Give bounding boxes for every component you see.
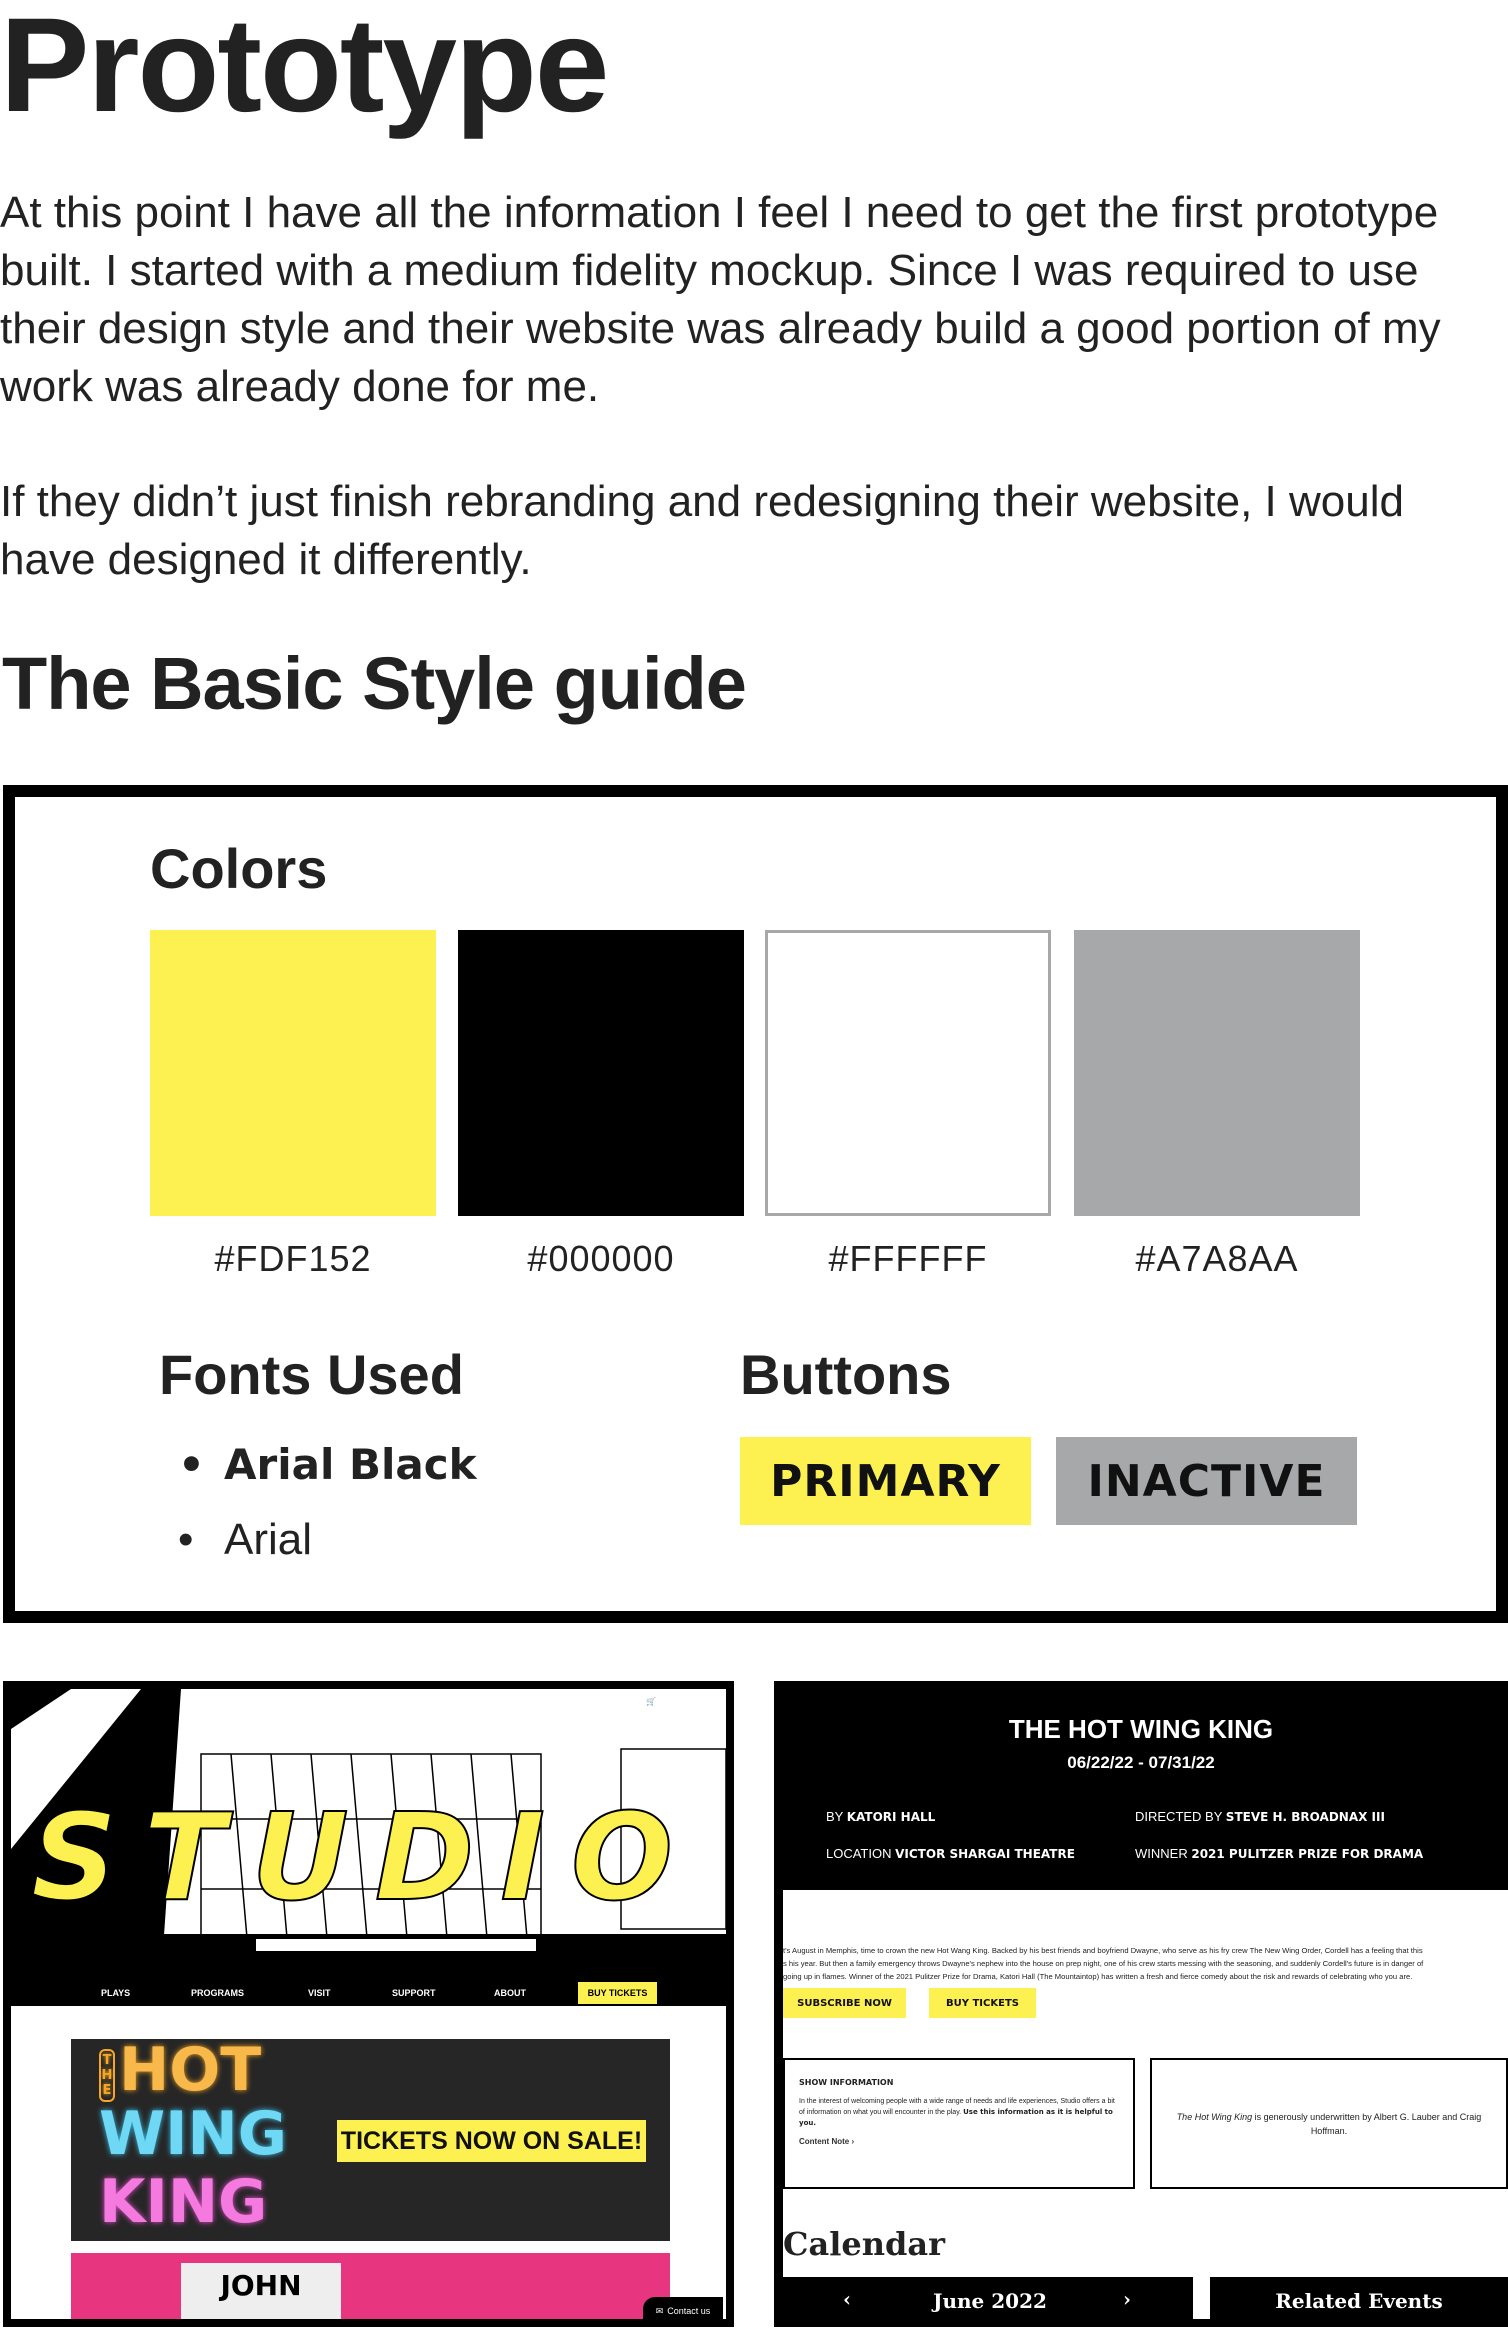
- show-info-heading: SHOW INFORMATION: [799, 2078, 894, 2087]
- studio-logo: STUDIO: [30, 1789, 699, 1928]
- swatch-white: [765, 930, 1051, 1216]
- nav-support[interactable]: SUPPORT: [392, 1988, 436, 1998]
- location: LOCATION VICTOR SHARGAI THEATRE: [826, 1846, 1075, 1861]
- buy-tickets-button[interactable]: BUY TICKETS: [578, 1982, 657, 2004]
- next-month-button[interactable]: ›: [1123, 2287, 1131, 2311]
- show-logo-king: KING: [99, 2167, 268, 2237]
- font-item-arial: Arial: [178, 1515, 313, 1565]
- related-events-tab[interactable]: Related Events: [1210, 2277, 1508, 2327]
- utility-links: MY ACCOUNT CALENDAR DONATE 🛒: [472, 1697, 656, 1706]
- calendar-heading: Calendar: [783, 2225, 945, 2263]
- show-logo-the: THE: [99, 2049, 115, 2102]
- style-guide-heading: The Basic Style guide: [2, 642, 747, 725]
- show-information-card: SHOW INFORMATION In the interest of welc…: [783, 2058, 1135, 2189]
- show-logo-wing: WING: [99, 2099, 287, 2169]
- swatch-yellow: [150, 930, 436, 1216]
- promo-title: JOHN: [181, 2263, 341, 2319]
- tickets-on-sale-button[interactable]: TICKETS NOW ON SALE!: [337, 2120, 646, 2162]
- swatch-black: [458, 930, 744, 1216]
- show-logo-hot: HOT: [119, 2035, 262, 2105]
- underwriter-card: The Hot Wing King is generously underwri…: [1150, 2058, 1508, 2189]
- font-item-arial-black: Arial Black: [178, 1440, 477, 1489]
- show-description: t's August in Memphis, time to crown the…: [783, 1946, 1424, 1981]
- month-navigator: ‹ June 2022 ›: [783, 2277, 1193, 2327]
- cart-icon[interactable]: 🛒: [646, 1697, 656, 1706]
- show-dates: 06/22/22 - 07/31/22: [1067, 1753, 1215, 1772]
- current-month: June 2022: [933, 2289, 1047, 2313]
- nav-about[interactable]: ABOUT: [494, 1988, 526, 1998]
- swatch-label: #FDF152: [214, 1238, 372, 1279]
- hot-wing-king-banner[interactable]: THE HOT WING KING TICKETS NOW ON SALE!: [71, 2039, 670, 2241]
- swatch-label: #A7A8AA: [1135, 1238, 1299, 1279]
- second-paragraph: If they didn’t just finish rebranding an…: [0, 477, 1404, 584]
- show-title: THE HOT WING KING: [1008, 1714, 1274, 1744]
- nav-programs[interactable]: PROGRAMS: [191, 1988, 244, 1998]
- nav-plays[interactable]: PLAYS: [101, 1988, 130, 1998]
- page-title: Prototype: [0, 0, 609, 140]
- font-name: Arial: [224, 1515, 313, 1564]
- show-info-text: In the interest of welcoming people with…: [799, 2098, 1115, 2127]
- contact-label: Contact us: [667, 2306, 711, 2316]
- swatch-gray: [1074, 930, 1360, 1216]
- inactive-button-sample[interactable]: INACTIVE: [1056, 1437, 1357, 1525]
- prev-month-button[interactable]: ‹: [843, 2287, 851, 2311]
- show-content: t's August in Memphis, time to crown the…: [783, 1890, 1508, 2277]
- home-page-mockup: MY ACCOUNT CALENDAR DONATE 🛒 STUDIO PLAY…: [3, 1681, 734, 2327]
- donate-link[interactable]: DONATE: [599, 1697, 632, 1706]
- underwriter-text: The Hot Wing King is generously underwri…: [1176, 2111, 1482, 2136]
- colors-heading: Colors: [150, 837, 328, 900]
- font-name: Arial Black: [224, 1440, 477, 1489]
- intro-paragraph: At this point I have all the information…: [0, 188, 1441, 411]
- nav-visit[interactable]: VISIT: [308, 1988, 331, 1998]
- director: DIRECTED BY STEVE H. BROADNAX III: [1135, 1809, 1385, 1824]
- mail-icon: ✉: [655, 2305, 664, 2316]
- buy-tickets-button[interactable]: BUY TICKETS: [929, 1988, 1036, 2018]
- buttons-heading: Buttons: [740, 1343, 952, 1406]
- swatch-label: #FFFFFF: [828, 1238, 988, 1279]
- show-page-mockup: THE HOT WING KING 06/22/22 - 07/31/22 BY…: [774, 1681, 1508, 2327]
- fonts-heading: Fonts Used: [159, 1343, 464, 1406]
- my-account-link[interactable]: MY ACCOUNT: [472, 1697, 526, 1706]
- calendar-link[interactable]: CALENDAR: [540, 1697, 585, 1706]
- content-note-link[interactable]: Content Note ›: [799, 2137, 1119, 2146]
- primary-button-sample[interactable]: PRIMARY: [740, 1437, 1031, 1525]
- subscribe-now-button[interactable]: SUBSCRIBE NOW: [783, 1988, 906, 2018]
- swatch-label: #000000: [527, 1238, 675, 1279]
- promo-banner[interactable]: JOHN: [71, 2253, 670, 2319]
- divider: [1193, 2277, 1210, 2319]
- hero-image: MY ACCOUNT CALENDAR DONATE 🛒 STUDIO: [11, 1689, 726, 1989]
- author: BY KATORI HALL: [826, 1809, 936, 1824]
- contact-us-button[interactable]: ✉ Contact us: [643, 2297, 723, 2319]
- award: WINNER 2021 PULITZER PRIZE FOR DRAMA: [1135, 1846, 1424, 1861]
